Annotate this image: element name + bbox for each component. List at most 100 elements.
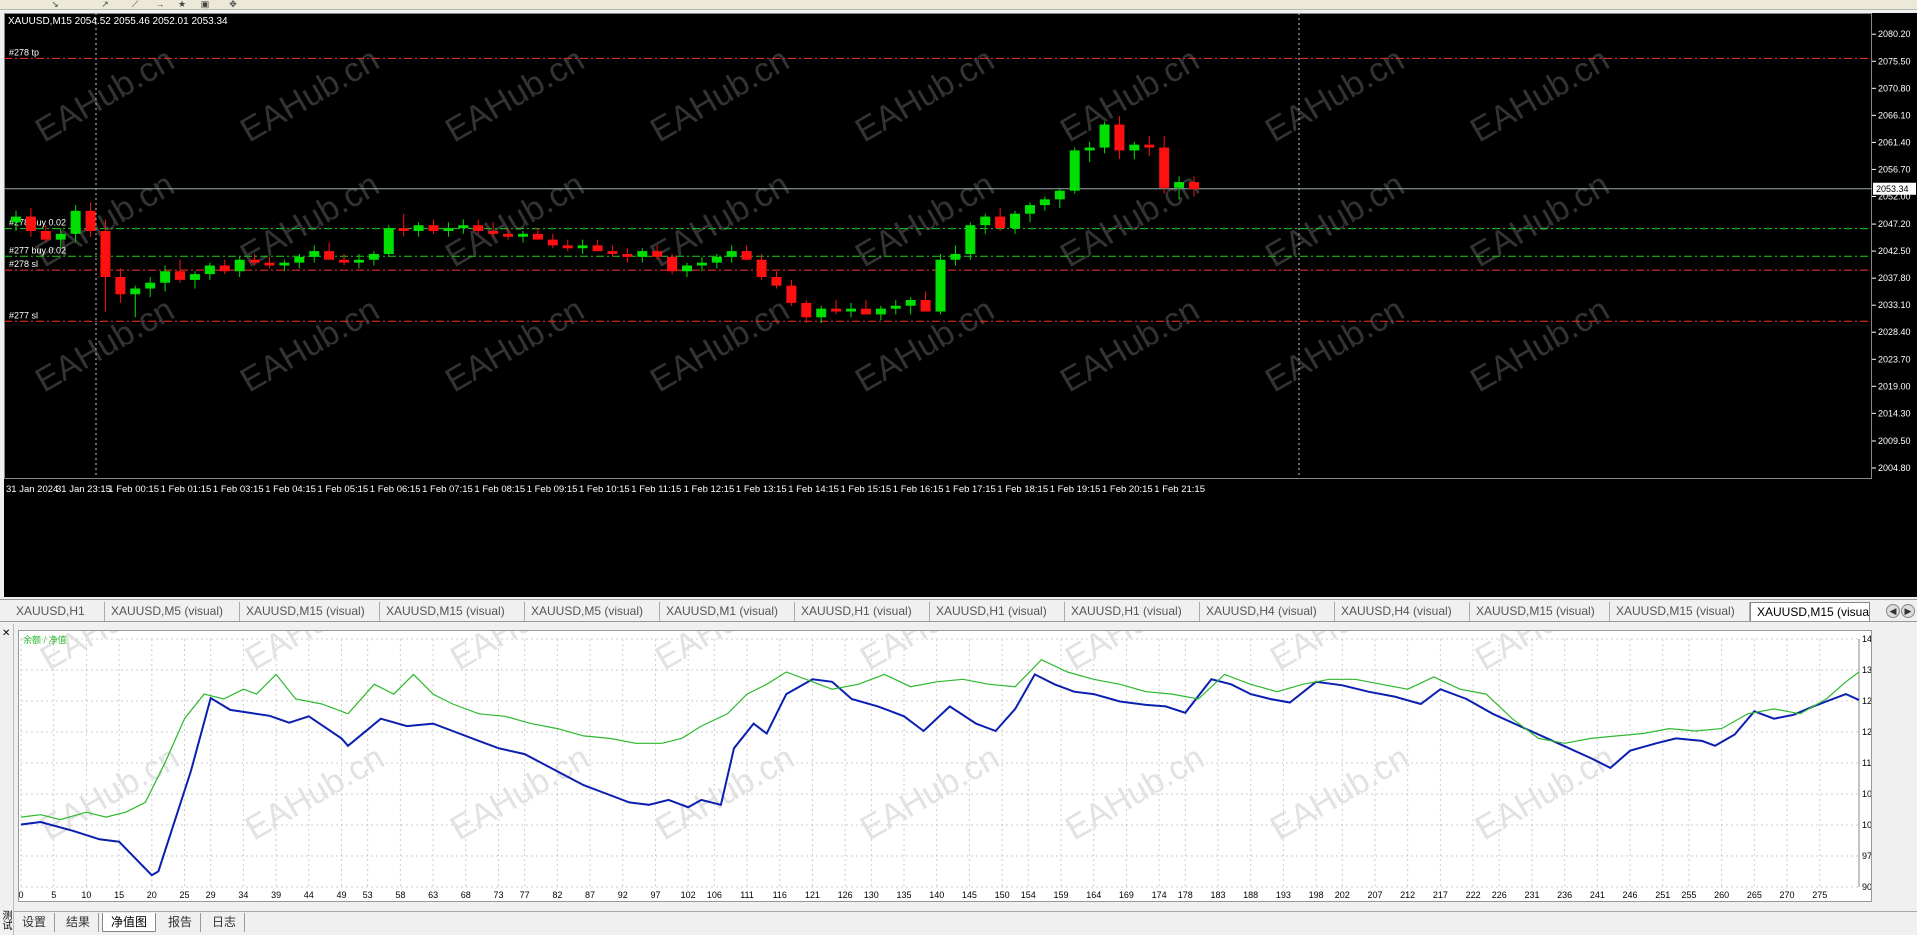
tester-tab[interactable]: 结果 [58, 913, 100, 932]
x-tick-label: 178 [1178, 890, 1193, 900]
chart-tab[interactable]: XAUUSD,H4 (visual) [1335, 602, 1470, 621]
candle-body [160, 271, 171, 283]
watermark-text: EAHub.cn [439, 290, 591, 399]
chart-tab[interactable]: XAUUSD,M15 (visual) [380, 602, 525, 621]
chart-tab[interactable]: XAUUSD,H1 (visual) [795, 602, 930, 621]
candle-body [85, 210, 96, 231]
watermark-text: EAHub.cn [234, 40, 386, 149]
y-tick-label: 1286 [1862, 696, 1871, 706]
chart-tab[interactable]: XAUUSD,M5 (visual) [525, 602, 660, 621]
price-axis-label: 2066.10 [1878, 110, 1911, 120]
candle-body [40, 230, 51, 240]
candle-body [935, 259, 946, 312]
candle-body [667, 256, 678, 272]
x-tick-label: 217 [1433, 890, 1448, 900]
watermark-text: EAHub.cn [1059, 631, 1211, 678]
arrow-icon[interactable]: ↘ [50, 0, 60, 9]
candle-body [920, 300, 931, 312]
candle-body [950, 253, 961, 260]
x-tick-label: 246 [1623, 890, 1638, 900]
x-tick-label: 212 [1400, 890, 1415, 900]
move-icon[interactable]: ✥ [228, 0, 238, 9]
time-axis-label: 1 Feb 10:15 [579, 484, 630, 495]
candle-body [249, 259, 260, 263]
candle-body [324, 251, 335, 260]
price-scale: 2080.20 2075.50 2070.80 2066.10 2061.40 2056.… [1872, 13, 1917, 597]
x-tick-label: 0 [19, 890, 24, 900]
time-axis-label: 1 Feb 11:15 [631, 484, 681, 495]
star-icon[interactable]: ★ [177, 0, 187, 9]
candle-body [70, 210, 81, 234]
x-tick-label: 49 [336, 890, 346, 900]
price-axis: 2080.20 2075.50 2070.80 2066.10 2061.40 2056.… [1872, 13, 1917, 597]
chart-tab[interactable]: XAUUSD,H1 [10, 602, 105, 621]
x-tick-label: 188 [1243, 890, 1258, 900]
tester-tab[interactable]: 日志 [204, 913, 246, 932]
order-level-label: #278 tp [9, 47, 39, 57]
chart-tab[interactable]: XAUUSD,H1 (visual) [1065, 602, 1200, 621]
watermark-text: EAHub.cn [34, 738, 186, 847]
x-tick-label: 135 [897, 890, 912, 900]
candle-body [398, 228, 409, 231]
close-icon[interactable]: ✕ [2, 628, 10, 639]
scroll-left-icon[interactable]: ◀ [1886, 604, 1900, 618]
price-axis-label: 2009.50 [1878, 436, 1911, 446]
candle-body [682, 265, 693, 272]
chart-tab[interactable]: XAUUSD,M15 (visual) [1470, 602, 1610, 621]
price-axis-label: 2080.20 [1878, 29, 1911, 39]
price-axis-label: 2028.40 [1878, 327, 1911, 337]
x-tick-label: 29 [206, 890, 216, 900]
time-axis-label: 1 Feb 13:15 [736, 484, 787, 495]
x-tick-label: 169 [1119, 890, 1134, 900]
x-tick-label: 116 [773, 890, 787, 900]
line-icon[interactable]: ⟋ [130, 0, 140, 9]
time-axis-label: 1 Feb 03:15 [213, 484, 264, 495]
text-icon[interactable]: → [155, 0, 165, 9]
chart-tab[interactable]: XAUUSD,H4 (visual) [1200, 602, 1335, 621]
candlestick-chart[interactable]: EAHub.cn EAHub.cn EAHub.cn EAHub.cn EAHub.cn… [4, 13, 1872, 597]
x-tick-label: 58 [395, 890, 405, 900]
x-tick-label: 82 [552, 890, 562, 900]
x-tick-label: 154 [1021, 890, 1036, 900]
y-tick-label: 908 [1862, 882, 1871, 892]
candle-body [100, 230, 111, 278]
tester-tab[interactable]: 报告 [160, 913, 202, 932]
candle-body [443, 228, 454, 231]
watermark-text: EAHub.cn [444, 631, 596, 678]
x-tick-label: 226 [1492, 890, 1507, 900]
watermark-text: EAHub.cn [444, 738, 596, 847]
chart-tab[interactable]: XAUUSD,M15 (visual) [1750, 602, 1870, 621]
tester-side-label: 测试 [0, 910, 11, 930]
x-tick-label: 73 [493, 890, 503, 900]
cursor-icon[interactable]: ↗ [100, 0, 110, 9]
x-tick-label: 87 [585, 890, 595, 900]
candle-body [592, 245, 603, 252]
candle-body [890, 305, 901, 309]
candle-body [1159, 147, 1170, 188]
watermark-text: EAHub.cn [234, 165, 386, 274]
tester-tab[interactable]: 净值图 [102, 913, 157, 932]
toolbar: ↘ ↗ ⟋ → ★ ▣ ✥ [0, 0, 1917, 10]
watermark-text: EAHub.cn [649, 738, 801, 847]
watermark-text: EAHub.cn [649, 631, 801, 678]
price-chart[interactable]: EAHub.cn EAHub.cn EAHub.cn EAHub.cn EAHub.cn… [4, 13, 1872, 597]
tester-tab[interactable]: 设置 [14, 913, 56, 932]
chart-tab[interactable]: XAUUSD,M5 (visual) [105, 602, 240, 621]
chart-tab[interactable]: XAUUSD,H1 (visual) [930, 602, 1065, 621]
candle-body [652, 251, 663, 257]
candle-body [711, 256, 722, 263]
price-axis-label: 2047.20 [1878, 219, 1911, 229]
x-tick-label: 92 [618, 890, 628, 900]
chart-tab[interactable]: XAUUSD,M15 (visual) [1610, 602, 1750, 621]
candle-body [25, 216, 36, 231]
x-tick-label: 174 [1152, 890, 1167, 900]
shape-icon[interactable]: ▣ [200, 0, 210, 9]
candle-body [696, 262, 707, 266]
chart-tab[interactable]: XAUUSD,M15 (visual) [240, 602, 380, 621]
y-tick-label: 1223 [1862, 727, 1871, 737]
x-tick-label: 111 [740, 890, 754, 900]
scroll-right-icon[interactable]: ▶ [1901, 604, 1915, 618]
x-tick-label: 20 [147, 890, 157, 900]
chart-tab[interactable]: XAUUSD,M1 (visual) [660, 602, 795, 621]
candle-body [846, 308, 857, 312]
